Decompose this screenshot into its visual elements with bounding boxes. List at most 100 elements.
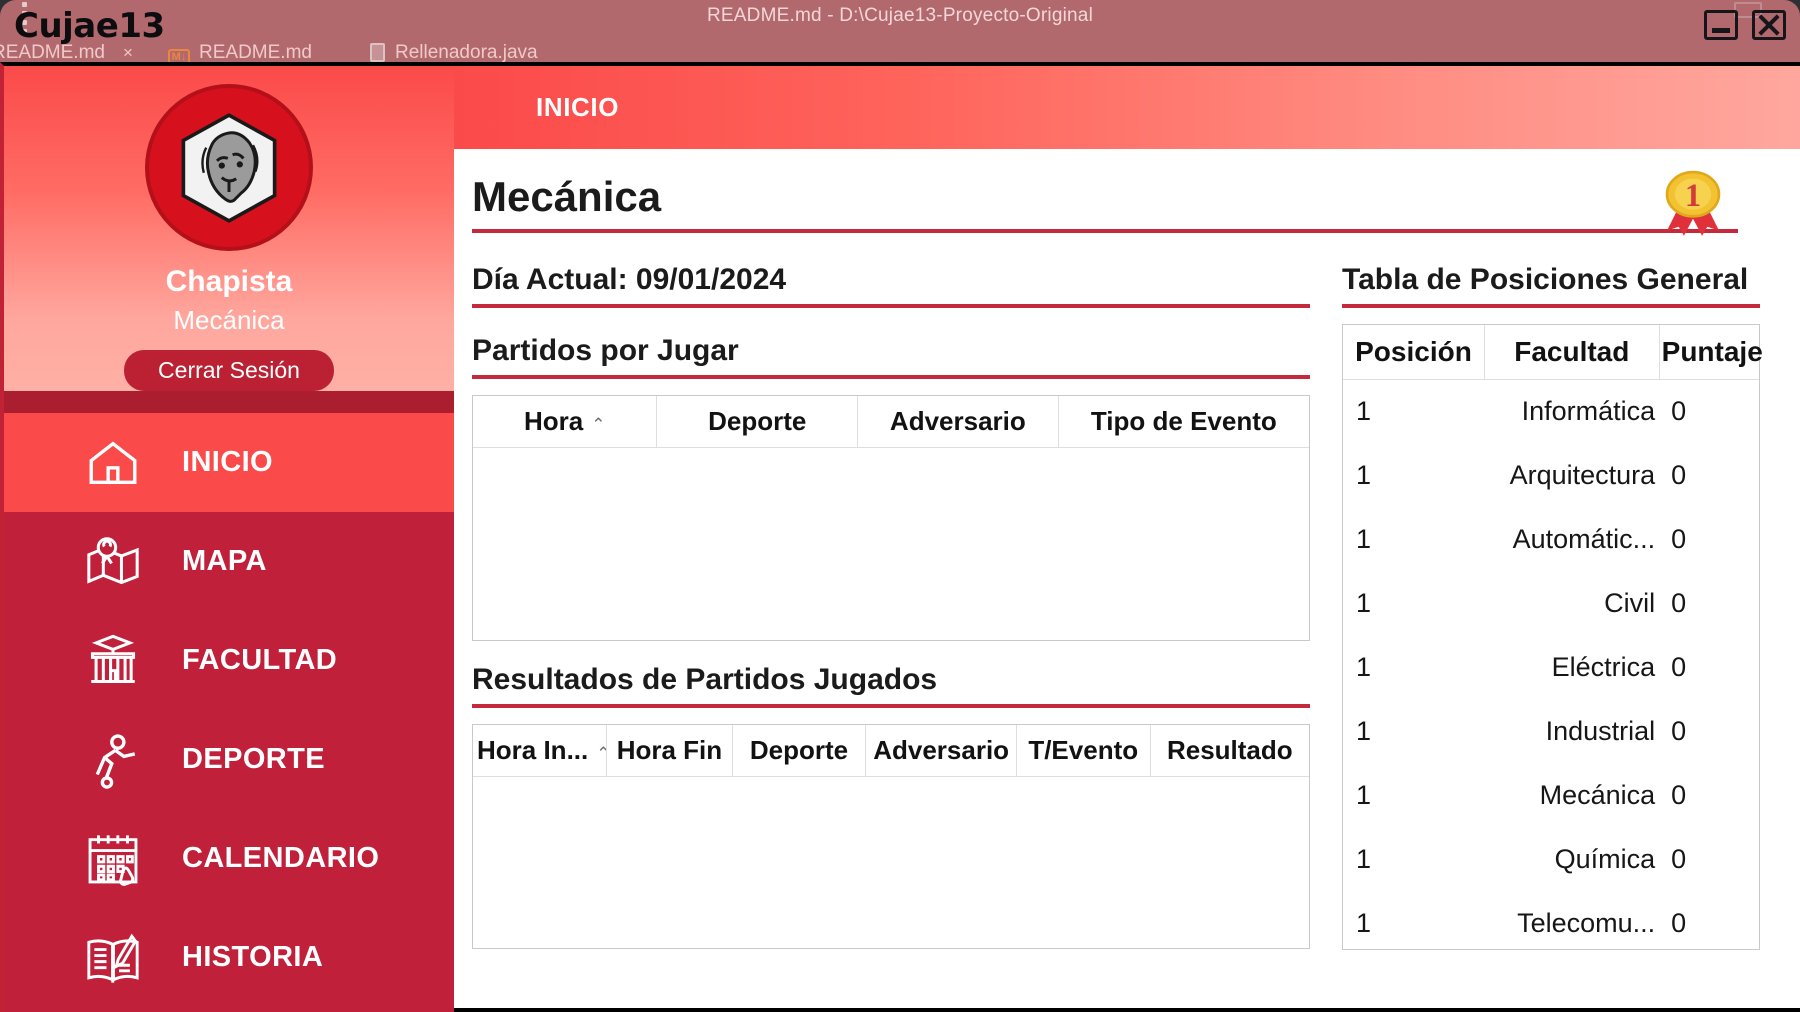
- title-underline: [472, 229, 1738, 233]
- desktop-background: README.md - D:\Cujae13-Proyecto-Original…: [0, 0, 1800, 1012]
- right-column: Tabla de Posiciones General Posición Fac…: [1342, 253, 1763, 950]
- column-header-posicion[interactable]: Posición: [1343, 325, 1485, 380]
- cell-puntaje: 0: [1671, 460, 1687, 490]
- logout-button[interactable]: Cerrar Sesión: [124, 350, 334, 391]
- column-header-adversario[interactable]: Adversario: [865, 725, 1017, 777]
- standings-table[interactable]: Posición Facultad Puntaje 1 Informática 0 1…: [1342, 324, 1763, 950]
- table-row[interactable]: 1 Arquitectura 0: [1343, 444, 1759, 508]
- background-editor-window: README.md - D:\Cujae13-Proyecto-Original…: [0, 0, 1800, 70]
- column-label: Hora In...: [477, 735, 589, 765]
- svg-text:1: 1: [1685, 178, 1701, 214]
- sidebar-item-calendario[interactable]: CALENDARIO: [4, 809, 454, 908]
- cell-posicion: 1: [1356, 716, 1372, 746]
- background-tab-rellenadora[interactable]: Rellenadora.java: [370, 42, 538, 64]
- background-tab-label: Rellenadora.java: [395, 42, 538, 63]
- cell-posicion: 1: [1356, 908, 1372, 938]
- table-row[interactable]: 1 Civil 0: [1343, 572, 1759, 636]
- soccer-player-icon: [82, 729, 144, 791]
- sidebar-item-label: HISTORIA: [182, 941, 324, 973]
- standings-underline: [1342, 304, 1760, 308]
- table-row[interactable]: 1 Automátic... 0: [1343, 508, 1759, 572]
- sidebar-item-inicio[interactable]: INICIO: [4, 413, 454, 512]
- column-header-hora[interactable]: Hora ⌃: [473, 396, 658, 448]
- cell-facultad: Mecánica: [1539, 780, 1656, 810]
- table-row[interactable]: 1 Eléctrica 0: [1343, 636, 1759, 700]
- sidebar-divider: [4, 391, 454, 413]
- first-place-medal-icon: 1: [1665, 170, 1721, 236]
- minimize-button[interactable]: [1704, 10, 1738, 40]
- current-day-block: Día Actual: 09/01/2024: [472, 263, 1310, 308]
- page-title: Mecánica: [472, 173, 662, 220]
- cell-facultad: Química: [1554, 844, 1656, 874]
- table-row[interactable]: 1 Mecánica 0: [1343, 764, 1759, 828]
- profile-faculty: Mecánica: [173, 305, 285, 335]
- results-table[interactable]: Hora In...⌃ Hora Fin Deporte Adversario …: [472, 724, 1310, 949]
- table-header-row: Posición Facultad Puntaje: [1343, 325, 1763, 380]
- column-header-facultad[interactable]: Facultad: [1484, 325, 1660, 380]
- sidebar: Chapista Mecánica Cerrar Sesión INICIO M…: [4, 66, 454, 1012]
- column-header-deporte[interactable]: Deporte: [656, 396, 859, 448]
- profile-user-name: Chapista: [165, 265, 293, 298]
- column-header-tipo-evento[interactable]: T/Evento: [1016, 725, 1151, 777]
- java-file-icon: [370, 43, 385, 62]
- lion-crest-icon: [181, 112, 277, 223]
- standings-body: 1 Informática 0 1 Arquitectura 0 1 Automátic...…: [1343, 380, 1759, 956]
- calendar-icon: [82, 828, 144, 890]
- background-window-title: README.md - D:\Cujae13-Proyecto-Original: [706, 5, 1093, 26]
- sort-ascending-icon: ⌃: [591, 415, 606, 434]
- table-row[interactable]: 1 Telecomu... 0: [1343, 892, 1759, 956]
- column-header-adversario[interactable]: Adversario: [857, 396, 1059, 448]
- cell-puntaje: 0: [1671, 652, 1687, 682]
- cell-posicion: 1: [1356, 460, 1372, 490]
- application-window: Chapista Mecánica Cerrar Sesión INICIO M…: [0, 62, 1800, 1012]
- table-row[interactable]: 1 Química 0: [1343, 828, 1759, 892]
- cell-facultad: Telecomu...: [1517, 908, 1656, 938]
- column-header-hora-inicio[interactable]: Hora In... ⌃: [473, 725, 608, 777]
- cell-puntaje: 0: [1671, 716, 1687, 746]
- cell-puntaje: 0: [1671, 524, 1687, 554]
- background-tab-label: README.md: [199, 42, 312, 63]
- close-button[interactable]: [1752, 10, 1786, 40]
- results-block: Resultados de Partidos Jugados Hora In..…: [472, 663, 1310, 949]
- upcoming-matches-underline: [472, 375, 1310, 379]
- avatar[interactable]: [145, 84, 313, 251]
- table-row[interactable]: 1 Industrial 0: [1343, 700, 1759, 764]
- map-pin-icon: [82, 531, 144, 593]
- sidebar-item-facultad[interactable]: FACULTAD: [4, 611, 454, 710]
- column-header-hora-fin[interactable]: Hora Fin: [606, 725, 733, 777]
- sort-ascending-icon: ⌃: [596, 744, 606, 763]
- table-header-row: Hora In...⌃ Hora Fin Deporte Adversario …: [473, 725, 1309, 777]
- standings-block: Tabla de Posiciones General Posición Fac…: [1342, 263, 1763, 950]
- cell-puntaje: 0: [1671, 908, 1687, 938]
- cell-facultad: Informática: [1521, 396, 1656, 427]
- column-header-resultado[interactable]: Resultado: [1150, 725, 1309, 777]
- sidebar-profile: Chapista Mecánica Cerrar Sesión: [4, 66, 454, 391]
- sidebar-item-mapa[interactable]: MAPA: [4, 512, 454, 611]
- window-bottom-border: [454, 1008, 1800, 1012]
- cell-facultad: Eléctrica: [1551, 652, 1656, 682]
- cell-posicion: 1: [1356, 844, 1372, 874]
- sidebar-item-label: FACULTAD: [182, 644, 338, 676]
- sidebar-item-label: INICIO: [182, 446, 274, 478]
- cell-facultad: Civil: [1604, 588, 1656, 618]
- school-icon: [82, 630, 144, 692]
- sidebar-item-label: MAPA: [182, 545, 267, 577]
- breadcrumb[interactable]: INICIO: [536, 92, 619, 123]
- sidebar-item-label: CALENDARIO: [182, 842, 380, 874]
- table-row[interactable]: 1 Informática 0: [1343, 380, 1759, 444]
- breadcrumb-bar: INICIO: [454, 66, 1800, 149]
- table-header-row: Hora ⌃ Deporte Adversario Tipo de Evento: [473, 396, 1309, 448]
- sidebar-item-deporte[interactable]: DEPORTE: [4, 710, 454, 809]
- column-header-deporte[interactable]: Deporte: [732, 725, 867, 777]
- column-header-puntaje[interactable]: Puntaje: [1659, 325, 1763, 380]
- current-day-underline: [472, 304, 1310, 308]
- cell-posicion: 1: [1356, 588, 1372, 618]
- upcoming-matches-table[interactable]: Hora ⌃ Deporte Adversario Tipo de Evento: [472, 395, 1310, 641]
- cell-puntaje: 0: [1671, 588, 1687, 618]
- column-header-tipo-evento[interactable]: Tipo de Evento: [1058, 396, 1309, 448]
- results-underline: [472, 704, 1310, 708]
- column-label: Hora: [523, 406, 584, 436]
- sidebar-item-historia[interactable]: HISTORIA: [4, 908, 454, 1007]
- cell-posicion: 1: [1356, 396, 1372, 427]
- cell-posicion: 1: [1356, 524, 1372, 554]
